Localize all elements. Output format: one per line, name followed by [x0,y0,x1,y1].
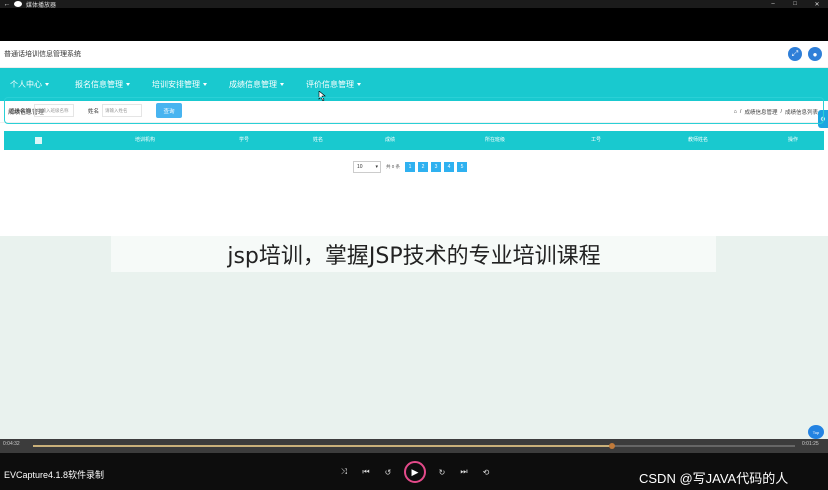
page-size-select[interactable]: 10 ▾ [353,161,381,173]
repeat-icon[interactable]: ⟲ [480,468,492,477]
seek-handle[interactable] [609,443,616,449]
col-staff-id[interactable]: 工号 [591,131,601,150]
minimize-button[interactable]: – [762,1,784,8]
nav-personal-center[interactable]: 个人中心 [10,79,49,90]
nav-evaluation[interactable]: 评价信息管理 [306,79,361,90]
col-class[interactable]: 所在班级 [485,131,505,150]
next-icon[interactable]: ⏭ [458,467,470,477]
user-icon[interactable]: ● [808,47,822,61]
previous-icon[interactable]: ⏮ [360,467,372,477]
table-header: 培训机构 学号 姓名 成绩 所在班级 工号 教师姓名 操作 [4,131,824,150]
col-institution[interactable]: 培训机构 [135,131,155,150]
seek-bar-area: 0:04:32 0:01:25 [0,439,828,453]
col-student-id[interactable]: 学号 [239,131,249,150]
player-title-bar: ← 媒体播放器 – □ ✕ [0,0,828,9]
back-to-top-button[interactable]: Top [808,425,824,439]
video-letterbox [0,8,828,41]
search-button[interactable]: 查询 [156,103,183,118]
rewind-10-icon[interactable]: ↺ [382,468,394,477]
back-arrow-icon[interactable]: ← [0,1,14,8]
total-time: 0:01:25 [802,441,819,447]
current-time: 0:04:32 [3,441,20,447]
play-button[interactable]: ▶ [404,461,426,483]
page-button[interactable]: 5 [457,162,468,172]
total-count: 共 0 条 [386,164,401,169]
play-icon: ▶ [411,466,419,477]
maximize-button[interactable]: □ [784,1,806,8]
col-teacher-name[interactable]: 教师姓名 [688,131,708,150]
close-button[interactable]: ✕ [806,1,828,8]
page-button[interactable]: 3 [431,162,442,172]
video-subtitle: jsp培训，掌握JSP技术的专业培训课程 [227,244,601,269]
nav-training-schedule[interactable]: 培训安排管理 [152,79,207,90]
page-size-value: 10 [357,164,363,170]
col-score[interactable]: 成绩 [385,131,395,150]
page-button[interactable]: 4 [444,162,455,172]
shuffle-icon[interactable]: ⤨ [338,467,350,477]
app-title: 普通话培训信息管理系统 [4,51,81,58]
select-all-checkbox[interactable] [35,137,42,144]
col-name[interactable]: 姓名 [313,131,323,150]
nav-grades[interactable]: 成绩信息管理 [229,79,284,90]
page-button[interactable]: 1 [405,162,416,172]
name-label: 姓名 [88,108,100,115]
forward-30-icon[interactable]: ↻ [436,468,448,477]
recorder-caption: EVCapture4.1.8软件录制 [4,470,105,480]
window-controls: – □ ✕ [762,1,828,8]
fullscreen-icon[interactable]: ⤢ [788,47,802,61]
chevron-down-icon: ▾ [375,164,378,170]
class-name-input[interactable]: 请输入班级名称 [34,104,75,117]
app-header: 普通话培训信息管理系统 ⤢ ● [0,41,828,68]
class-name-label: 班级名称 [9,108,32,115]
nav-registration[interactable]: 报名信息管理 [75,79,130,90]
search-panel: 班级名称 请输入班级名称 姓名 请输入姓名 查询 [4,97,824,124]
col-actions: 操作 [787,137,799,143]
seek-bar-fill [33,445,613,447]
csdn-watermark: CSDN @写JAVA代码的人 [639,471,789,486]
seek-bar[interactable] [33,443,795,449]
page-button[interactable]: 2 [418,162,429,172]
media-player-logo-icon [14,1,22,7]
pagination: 10 ▾ 共 0 条 1 2 3 4 5 [353,161,468,173]
name-input[interactable]: 请输入姓名 [102,104,143,117]
